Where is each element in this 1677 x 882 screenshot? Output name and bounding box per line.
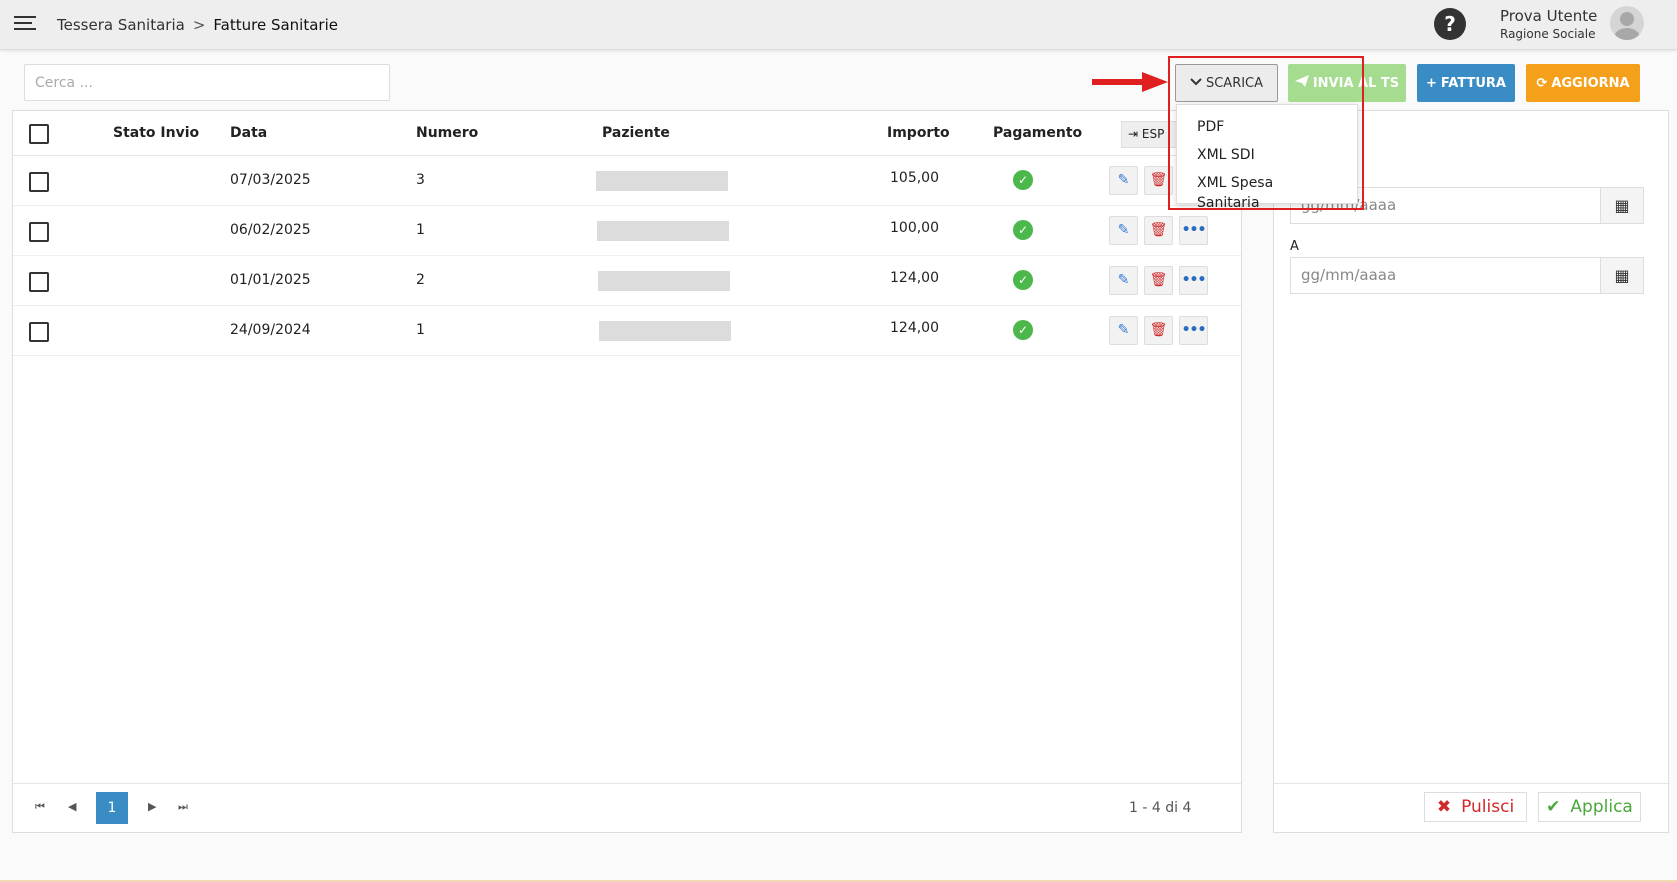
trash-icon[interactable]: 🗑: [1144, 166, 1173, 195]
paper-plane-icon: [1294, 75, 1309, 91]
more-icon[interactable]: •••: [1179, 316, 1208, 345]
more-icon[interactable]: •••: [1179, 266, 1208, 295]
row-importo: 124,00: [890, 270, 939, 286]
breadcrumb: Tessera Sanitaria > Fatture Sanitarie: [57, 16, 338, 34]
plus-icon: +: [1425, 75, 1437, 91]
refresh-icon: ⟳: [1536, 75, 1548, 91]
col-pagamento[interactable]: Pagamento: [993, 125, 1082, 141]
row-importo: 124,00: [890, 320, 939, 336]
pagination: ⏮ ◀ 1 ▶ ⏭ 1 - 4 di 4: [13, 783, 1241, 833]
row-checkbox[interactable]: [29, 272, 49, 292]
search-input[interactable]: [24, 64, 390, 101]
annotation-arrow-icon: [1092, 72, 1168, 92]
row-numero: 2: [416, 272, 425, 288]
filter-panel: gg/mm/aaaa ▦ A gg/mm/aaaa ▦ ✖ Pulisci ✔ …: [1273, 110, 1669, 833]
select-all-checkbox[interactable]: [29, 124, 49, 144]
pulisci-label: Pulisci: [1461, 797, 1515, 817]
date-to-field[interactable]: gg/mm/aaaa: [1290, 257, 1600, 294]
row-data: 01/01/2025: [230, 272, 311, 288]
row-checkbox[interactable]: [29, 172, 49, 192]
breadcrumb-root[interactable]: Tessera Sanitaria: [57, 16, 185, 34]
export-label: ESP: [1141, 127, 1165, 141]
user-name[interactable]: Prova Utente: [1500, 7, 1597, 25]
patient-redacted: [597, 221, 729, 241]
check-icon: ✔: [1546, 797, 1561, 817]
patient-redacted: [598, 271, 730, 291]
add-fattura-button[interactable]: + FATTURA: [1417, 64, 1515, 102]
calendar-icon[interactable]: ▦: [1600, 187, 1644, 224]
row-data: 06/02/2025: [230, 222, 311, 238]
trash-icon[interactable]: 🗑: [1144, 316, 1173, 345]
pulisci-button[interactable]: ✖ Pulisci: [1424, 792, 1527, 822]
top-bar: Tessera Sanitaria > Fatture Sanitarie ? …: [0, 0, 1677, 50]
dropdown-item-pdf[interactable]: PDF: [1177, 113, 1357, 141]
row-checkbox[interactable]: [29, 322, 49, 342]
scarica-dropdown-menu: PDF XML SDI XML Spesa Sanitaria: [1176, 104, 1358, 211]
edit-icon[interactable]: ✎: [1109, 166, 1138, 195]
paid-icon: ✓: [1013, 270, 1033, 290]
export-button[interactable]: ⇥ ESP: [1121, 121, 1181, 148]
scarica-label: SCARICA: [1205, 75, 1264, 91]
fattura-label: FATTURA: [1440, 75, 1506, 91]
table-header: Stato Invio Data Numero Paziente Importo…: [13, 111, 1241, 156]
scarica-button[interactable]: SCARICA: [1175, 64, 1278, 102]
invoice-table: Stato Invio Data Numero Paziente Importo…: [12, 110, 1242, 833]
next-page-icon[interactable]: ▶: [148, 800, 156, 813]
edit-icon[interactable]: ✎: [1109, 216, 1138, 245]
aggiorna-button[interactable]: ⟳ AGGIORNA: [1526, 64, 1640, 102]
row-data: 24/09/2024: [230, 322, 311, 338]
date-to-label: A: [1290, 239, 1299, 254]
row-checkbox[interactable]: [29, 222, 49, 242]
row-importo: 105,00: [890, 170, 939, 186]
invia-label: INVIA AL TS: [1312, 75, 1400, 91]
breadcrumb-separator: >: [192, 16, 206, 34]
first-page-icon[interactable]: ⏮: [35, 800, 45, 814]
paid-icon: ✓: [1013, 320, 1033, 340]
col-stato-invio[interactable]: Stato Invio: [113, 125, 199, 141]
col-paziente[interactable]: Paziente: [602, 125, 670, 141]
prev-page-icon[interactable]: ◀: [68, 800, 76, 813]
table-row[interactable]: 01/01/2025 2 124,00 ✓ ✎ 🗑 •••: [13, 256, 1241, 306]
paid-icon: ✓: [1013, 220, 1033, 240]
col-data[interactable]: Data: [230, 125, 267, 141]
applica-button[interactable]: ✔ Applica: [1538, 792, 1641, 822]
help-icon[interactable]: ?: [1434, 8, 1466, 40]
last-page-icon[interactable]: ⏭: [178, 800, 188, 814]
patient-redacted: [596, 171, 728, 191]
row-data: 07/03/2025: [230, 172, 311, 188]
patient-redacted: [599, 321, 731, 341]
filter-footer: ✖ Pulisci ✔ Applica: [1274, 783, 1668, 833]
close-icon: ✖: [1436, 797, 1452, 817]
aggiorna-label: AGGIORNA: [1551, 75, 1630, 91]
dropdown-item-xml-spesa-sanitaria[interactable]: XML Spesa Sanitaria: [1177, 169, 1357, 211]
avatar[interactable]: [1610, 6, 1644, 40]
menu-icon[interactable]: [14, 16, 36, 34]
edit-icon[interactable]: ✎: [1109, 266, 1138, 295]
table-row[interactable]: 07/03/2025 3 105,00 ✓ ✎ 🗑: [13, 156, 1241, 206]
invia-ts-button[interactable]: INVIA AL TS: [1288, 64, 1406, 102]
table-row[interactable]: 06/02/2025 1 100,00 ✓ ✎ 🗑 •••: [13, 206, 1241, 256]
row-importo: 100,00: [890, 220, 939, 236]
more-icon[interactable]: •••: [1179, 216, 1208, 245]
trash-icon[interactable]: 🗑: [1144, 216, 1173, 245]
breadcrumb-current: Fatture Sanitarie: [213, 16, 338, 34]
row-numero: 1: [416, 322, 425, 338]
applica-label: Applica: [1570, 797, 1633, 817]
dropdown-item-xml-sdi[interactable]: XML SDI: [1177, 141, 1357, 169]
pager-info: 1 - 4 di 4: [1129, 800, 1192, 816]
table-row[interactable]: 24/09/2024 1 124,00 ✓ ✎ 🗑 •••: [13, 306, 1241, 356]
page-button-current[interactable]: 1: [96, 792, 128, 824]
paid-icon: ✓: [1013, 170, 1033, 190]
row-numero: 1: [416, 222, 425, 238]
col-importo[interactable]: Importo: [887, 125, 950, 141]
user-company: Ragione Sociale: [1500, 27, 1596, 41]
col-numero[interactable]: Numero: [416, 125, 478, 141]
trash-icon[interactable]: 🗑: [1144, 266, 1173, 295]
chevron-down-icon: [1190, 76, 1202, 91]
calendar-icon[interactable]: ▦: [1600, 257, 1644, 294]
row-numero: 3: [416, 172, 425, 188]
edit-icon[interactable]: ✎: [1109, 316, 1138, 345]
export-icon: ⇥: [1128, 127, 1139, 141]
